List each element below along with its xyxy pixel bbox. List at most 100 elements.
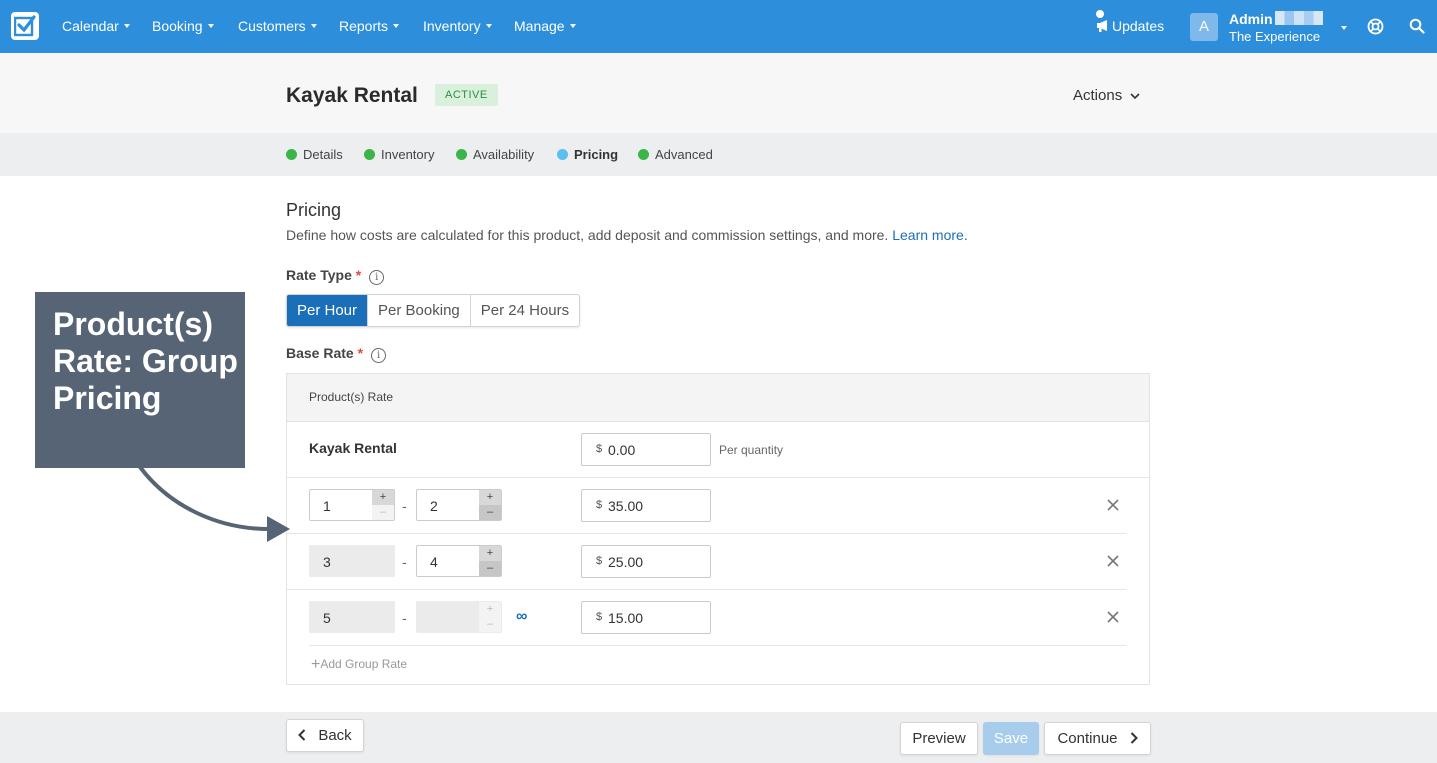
- actions-label: Actions: [1073, 87, 1123, 104]
- group-rate-amount-input[interactable]: $35.00: [581, 489, 711, 522]
- close-icon[interactable]: [1107, 555, 1119, 567]
- avatar[interactable]: A: [1190, 13, 1218, 41]
- annotation-arrow-icon: [138, 465, 290, 542]
- description-text: Define how costs are calculated for this…: [286, 227, 889, 243]
- nav-manage-label: Manage: [514, 18, 565, 34]
- increment-button[interactable]: +: [479, 602, 501, 617]
- help-lifebuoy-icon[interactable]: [1367, 18, 1384, 35]
- step-details[interactable]: Details: [286, 147, 343, 162]
- rate-type-per-24-hours[interactable]: Per 24 Hours: [471, 295, 579, 326]
- close-icon[interactable]: [1107, 611, 1119, 623]
- base-rate-input[interactable]: $0.00: [581, 433, 711, 466]
- panel-header-label: Product(s) Rate: [309, 390, 394, 404]
- increment-button[interactable]: +: [479, 490, 501, 505]
- step-inventory-label: Inventory: [381, 147, 435, 162]
- megaphone-icon: [1097, 20, 1107, 32]
- account-caret-icon[interactable]: [1341, 26, 1347, 30]
- notification-dot: [1096, 10, 1104, 18]
- group-to-input[interactable]: 4 + –: [416, 545, 502, 577]
- group-from-value: 5: [323, 610, 331, 626]
- nav-reports-label: Reports: [339, 18, 389, 34]
- group-to-value: 2: [430, 498, 438, 514]
- nav-inventory-label: Inventory: [423, 18, 481, 34]
- group-to-input[interactable]: 2 + –: [416, 489, 502, 521]
- annotation-text: Product(s) Rate: Group Pricing: [53, 306, 238, 416]
- nav-calendar[interactable]: Calendar: [62, 18, 130, 34]
- close-icon[interactable]: [1107, 499, 1119, 511]
- infinity-icon[interactable]: ∞: [516, 608, 527, 626]
- decrement-button[interactable]: –: [372, 505, 394, 520]
- group-rate-amount-input[interactable]: $25.00: [581, 545, 711, 578]
- nav-inventory[interactable]: Inventory: [423, 18, 492, 34]
- info-icon[interactable]: i: [371, 348, 387, 363]
- per-quantity-label: Per quantity: [719, 443, 784, 457]
- base-rate-label-text: Base Rate: [286, 345, 354, 361]
- learn-more-link[interactable]: Learn more: [892, 227, 964, 243]
- nav-customers[interactable]: Customers: [238, 18, 317, 34]
- step-inventory[interactable]: Inventory: [364, 147, 434, 162]
- rate-type-per-hour[interactable]: Per Hour: [287, 295, 369, 326]
- divider: [287, 589, 1127, 590]
- decrement-button[interactable]: –: [479, 505, 501, 520]
- step-complete-icon: [456, 149, 467, 160]
- step-pricing[interactable]: Pricing: [557, 147, 618, 162]
- group-rate-amount: 35.00: [608, 498, 644, 514]
- rate-type-selector: Per Hour Per Booking Per 24 Hours: [286, 294, 581, 327]
- range-dash: -: [402, 610, 407, 626]
- page-title: Kayak Rental: [286, 84, 418, 107]
- step-availability[interactable]: Availability: [456, 147, 534, 162]
- section-title: Pricing: [286, 200, 342, 220]
- account-name[interactable]: Admin: [1229, 11, 1273, 27]
- caret-down-icon: [123, 24, 130, 29]
- step-complete-icon: [286, 149, 297, 160]
- account-company[interactable]: The Experience: [1229, 29, 1320, 44]
- nav-reports[interactable]: Reports: [339, 18, 400, 34]
- group-to-input[interactable]: + –: [416, 601, 502, 633]
- group-rate-amount-input[interactable]: $15.00: [581, 601, 711, 634]
- range-dash: -: [402, 498, 407, 514]
- nav-manage[interactable]: Manage: [514, 18, 576, 34]
- group-from-input[interactable]: 1 + –: [309, 489, 395, 521]
- base-rate-label: Base Rate * i: [286, 345, 387, 363]
- preview-button[interactable]: Preview: [900, 722, 978, 755]
- currency-symbol: $: [596, 443, 603, 455]
- increment-button[interactable]: +: [479, 546, 501, 561]
- caret-down-icon: [207, 24, 214, 29]
- range-dash: -: [402, 554, 407, 570]
- group-from-value: 3: [323, 554, 331, 570]
- increment-button[interactable]: +: [372, 490, 394, 505]
- step-advanced[interactable]: Advanced: [638, 147, 713, 162]
- nav-customers-label: Customers: [238, 18, 306, 34]
- nav-booking-label: Booking: [152, 18, 203, 34]
- back-button[interactable]: Back: [286, 719, 364, 752]
- currency-symbol: $: [596, 555, 603, 567]
- product-name: Kayak Rental: [309, 440, 397, 456]
- save-button[interactable]: Save: [983, 722, 1039, 755]
- divider: [287, 533, 1127, 534]
- base-rate-panel: Product(s) Rate Kayak Rental $0.00 Per q…: [286, 373, 1150, 685]
- caret-down-icon: [569, 24, 576, 29]
- quantity-stepper: + –: [479, 546, 501, 576]
- decrement-button[interactable]: –: [479, 617, 501, 632]
- add-group-rate-label: Add Group Rate: [320, 657, 408, 671]
- continue-label: Continue: [1057, 730, 1118, 747]
- continue-button[interactable]: Continue: [1044, 722, 1151, 755]
- updates-button[interactable]: Updates: [1096, 10, 1164, 34]
- step-details-label: Details: [303, 147, 343, 162]
- rate-type-per-booking[interactable]: Per Booking: [368, 295, 471, 326]
- search-icon[interactable]: [1409, 18, 1425, 34]
- step-advanced-label: Advanced: [655, 147, 713, 162]
- chevron-left-icon: [298, 729, 306, 741]
- add-group-rate-button[interactable]: +Add Group Rate: [311, 656, 407, 674]
- divider: [309, 645, 1127, 646]
- caret-down-icon: [310, 24, 317, 29]
- info-icon[interactable]: i: [369, 270, 385, 285]
- section-description: Define how costs are calculated for this…: [286, 227, 968, 243]
- nav-booking[interactable]: Booking: [152, 18, 214, 34]
- actions-dropdown[interactable]: Actions: [1073, 87, 1140, 104]
- divider: [287, 477, 1149, 478]
- wizard-steps: Details Inventory Availability Pricing A…: [0, 133, 1437, 176]
- decrement-button[interactable]: –: [479, 561, 501, 576]
- app-logo-icon[interactable]: [11, 12, 39, 40]
- footer-bar: Back Preview Save Continue: [0, 712, 1437, 763]
